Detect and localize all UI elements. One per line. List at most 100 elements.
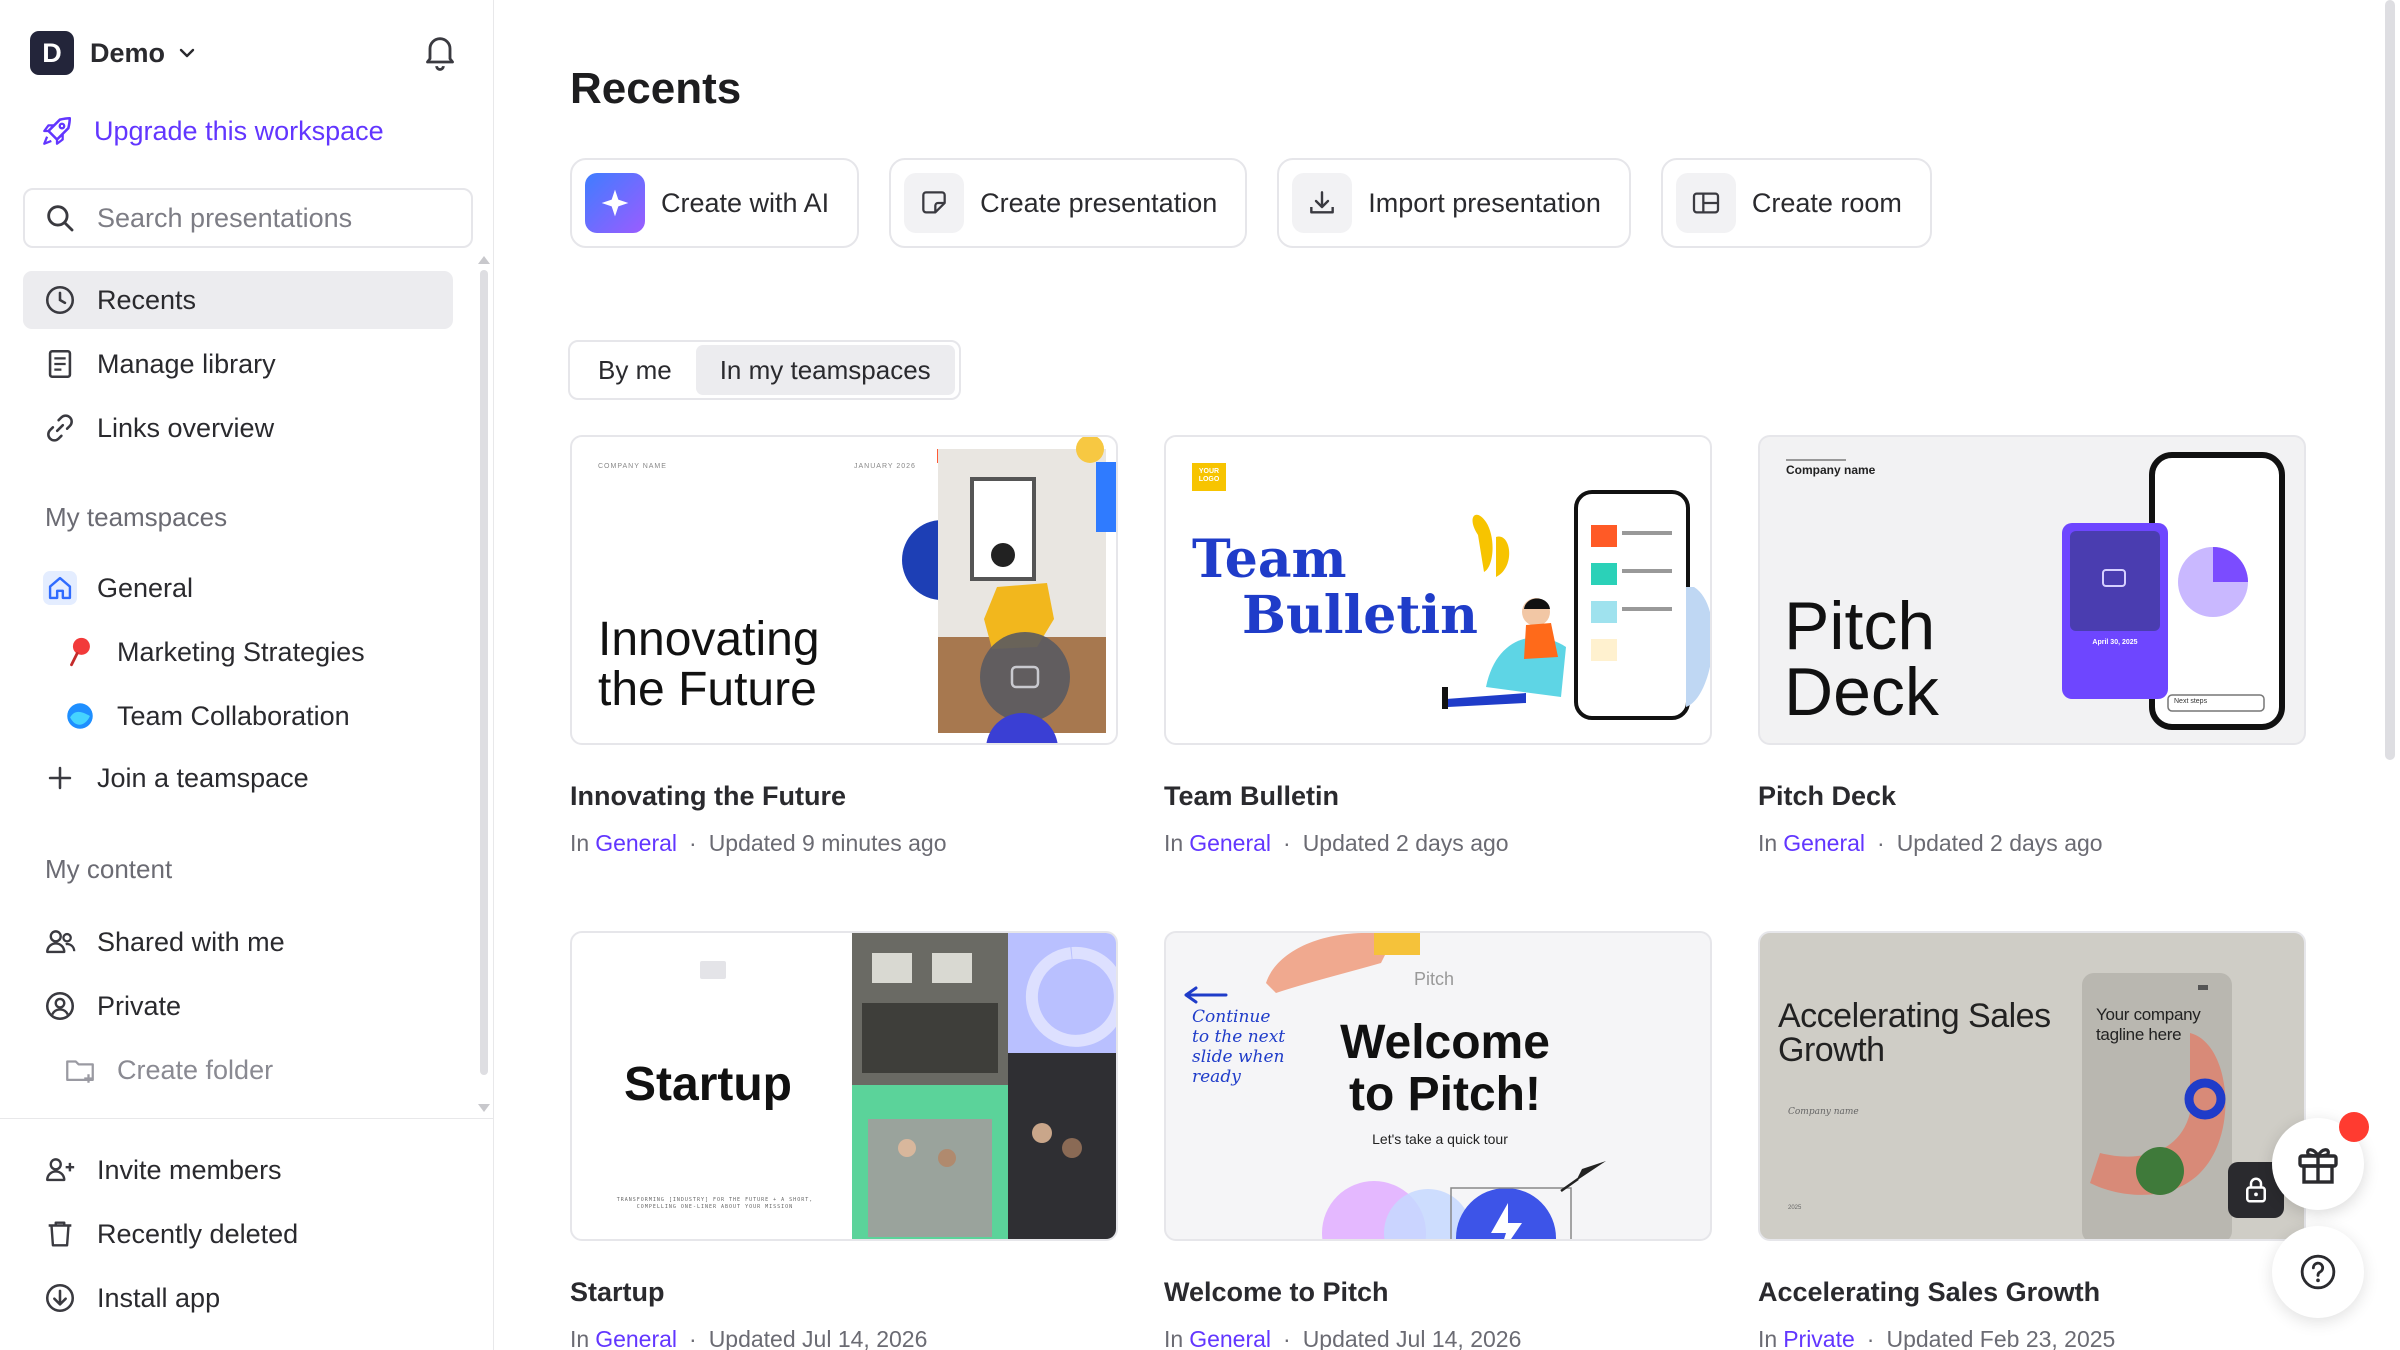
invite-members-button[interactable]: Invite members (23, 1141, 453, 1199)
updated-time: Updated Jul 14, 2026 (708, 1326, 928, 1350)
search-input[interactable] (97, 202, 457, 234)
import-presentation-button[interactable]: Import presentation (1277, 158, 1631, 248)
room-icon (1675, 173, 1736, 233)
card-meta: In General · Updated Jul 14, 2026 (570, 1326, 1118, 1350)
presentation-card[interactable]: COMPANY NAME JANUARY 2026 Innovating the… (570, 435, 1118, 857)
thumb-tagline: TRANSFORMING [INDUSTRY] FOR THE FUTURE +… (616, 1197, 814, 1210)
teamspace-link[interactable]: General (1189, 830, 1271, 857)
gift-icon (2298, 1148, 2338, 1184)
ownership-filter: By me In my teamspaces (568, 340, 961, 400)
card-title[interactable]: Team Bulletin (1164, 781, 1712, 812)
teamspace-link[interactable]: General (1783, 830, 1865, 857)
meta-prefix: In (570, 1326, 590, 1350)
install-app-button[interactable]: Install app (23, 1269, 453, 1327)
card-title[interactable]: Welcome to Pitch (1164, 1277, 1712, 1308)
thumb-phone-button: Next steps (2174, 698, 2208, 705)
sidebar-item-private[interactable]: Private (23, 977, 453, 1035)
upgrade-workspace-link[interactable]: Upgrade this workspace (40, 114, 384, 148)
presentation-card[interactable]: Startup TRANSFORMING [INDUSTRY] FOR THE … (570, 931, 1118, 1350)
sidebar-scrollbar[interactable] (480, 270, 488, 1075)
presentation-card[interactable]: Accelerating Sales Growth Company name 2… (1758, 931, 2306, 1350)
help-button[interactable] (2272, 1226, 2364, 1318)
sidebar-item-label: Recents (97, 284, 197, 315)
sidebar-item-label: Shared with me (97, 926, 285, 957)
sidebar-item-marketing-strategies[interactable]: Marketing Strategies (23, 623, 453, 681)
search-icon (47, 205, 74, 232)
updated-time: Updated 9 minutes ago (708, 830, 947, 856)
meta-prefix: In (570, 830, 590, 856)
card-title[interactable]: Accelerating Sales Growth (1758, 1277, 2306, 1308)
create-with-ai-button[interactable]: Create with AI (570, 158, 860, 248)
card-meta: In General · Updated 9 minutes ago (570, 830, 1118, 857)
thumb-headline-2: Bulletin (1242, 585, 1478, 646)
presentation-card[interactable]: Company name Pitch Deck April 30, 2025 N… (1758, 435, 2306, 857)
sidebar-item-label: Manage library (97, 348, 276, 379)
thumbnail-sales-growth (2082, 973, 2232, 1239)
meta-separator: · (1283, 1326, 1291, 1350)
chevron-down-icon (179, 48, 195, 58)
meta-prefix: In (1758, 1326, 1778, 1350)
card-title[interactable]: Startup (570, 1277, 1118, 1308)
presentation-card[interactable]: YOUR LOGO Team Bulletin Team Bulletin In… (1164, 435, 1712, 857)
sidebar-item-manage-library[interactable]: Manage library (23, 335, 453, 393)
action-label: Create presentation (980, 187, 1218, 218)
action-label: Create with AI (661, 187, 830, 218)
teamspace-link[interactable]: Private (1783, 1326, 1855, 1350)
workspace-switcher[interactable]: D Demo (30, 30, 197, 76)
sidebar-item-label: Install app (97, 1282, 221, 1313)
sidebar-item-label: Invite members (97, 1154, 282, 1185)
scroll-down-arrow[interactable] (478, 1104, 490, 1112)
thumb-headline: Innovating the Future (598, 613, 820, 716)
sidebar-item-links-overview[interactable]: Links overview (23, 399, 453, 457)
create-presentation-button[interactable]: Create presentation (889, 158, 1248, 248)
filter-in-my-teamspaces[interactable]: In my teamspaces (695, 345, 955, 395)
presentation-thumbnail[interactable]: YOUR LOGO Team Bulletin (1164, 435, 1712, 745)
sidebar-item-general[interactable]: General (23, 559, 453, 617)
help-icon (2300, 1254, 2336, 1290)
main-scrollbar[interactable] (2385, 0, 2395, 760)
presentation-card[interactable]: Pitch Continue to the next slide when re… (1164, 931, 1712, 1350)
presentation-thumbnail[interactable]: Company name Pitch Deck April 30, 2025 N… (1758, 435, 2306, 745)
sidebar-item-team-collaboration[interactable]: Team Collaboration (23, 687, 453, 745)
presentation-thumbnail[interactable]: Startup TRANSFORMING [INDUSTRY] FOR THE … (570, 931, 1118, 1241)
bell-icon[interactable] (420, 32, 460, 72)
thumb-small: Company name (1786, 463, 1876, 477)
page-title: Recents (570, 64, 742, 113)
join-teamspace-button[interactable]: Join a teamspace (23, 749, 453, 807)
teamspaces-heading: My teamspaces (45, 502, 228, 532)
sidebar-item-shared-with-me[interactable]: Shared with me (23, 913, 453, 971)
link-icon (47, 414, 73, 442)
updated-time: Updated 2 days ago (1302, 830, 1509, 856)
workspace-name: Demo (90, 37, 166, 68)
sidebar-item-label: Marketing Strategies (117, 636, 365, 667)
thumb-headline-1: Welcome (1340, 1016, 1550, 1069)
thumb-small-left: COMPANY NAME (598, 463, 667, 470)
thumb-small-right: JANUARY 2026 (854, 463, 916, 470)
create-room-button[interactable]: Create room (1660, 158, 1932, 248)
recently-deleted-button[interactable]: Recently deleted (23, 1205, 453, 1263)
presentation-thumbnail[interactable]: Pitch Continue to the next slide when re… (1164, 931, 1712, 1241)
updated-time: Updated Jul 14, 2026 (1302, 1326, 1522, 1350)
teamspace-link[interactable]: General (595, 830, 677, 857)
thumb-company: Company name (1788, 1107, 1859, 1117)
thumb-tagline: Your company tagline here (2096, 1005, 2201, 1044)
presentation-thumbnail[interactable]: Accelerating Sales Growth Company name 2… (1758, 931, 2306, 1241)
search-box (23, 188, 473, 248)
card-meta: In General · Updated 2 days ago (1164, 830, 1712, 857)
sparkle-icon (585, 173, 645, 233)
meta-prefix: In (1758, 830, 1778, 856)
filter-by-me[interactable]: By me (574, 345, 696, 395)
teamspace-link[interactable]: General (1189, 1326, 1271, 1350)
sidebar-item-recents[interactable]: Recents (23, 271, 453, 329)
meta-separator: · (689, 830, 697, 856)
updated-time: Updated Feb 23, 2025 (1886, 1326, 2116, 1350)
trash-icon (48, 1221, 72, 1247)
user-circle-icon (45, 991, 75, 1021)
create-folder-button[interactable]: Create folder (23, 1041, 453, 1099)
presentation-thumbnail[interactable]: COMPANY NAME JANUARY 2026 Innovating the… (570, 435, 1118, 745)
card-title[interactable]: Pitch Deck (1758, 781, 2306, 812)
teamspace-link[interactable]: General (595, 1326, 677, 1350)
card-title[interactable]: Innovating the Future (570, 781, 1118, 812)
thumb-subtitle: Let's take a quick tour (1372, 1131, 1508, 1147)
scroll-up-arrow[interactable] (478, 256, 490, 264)
